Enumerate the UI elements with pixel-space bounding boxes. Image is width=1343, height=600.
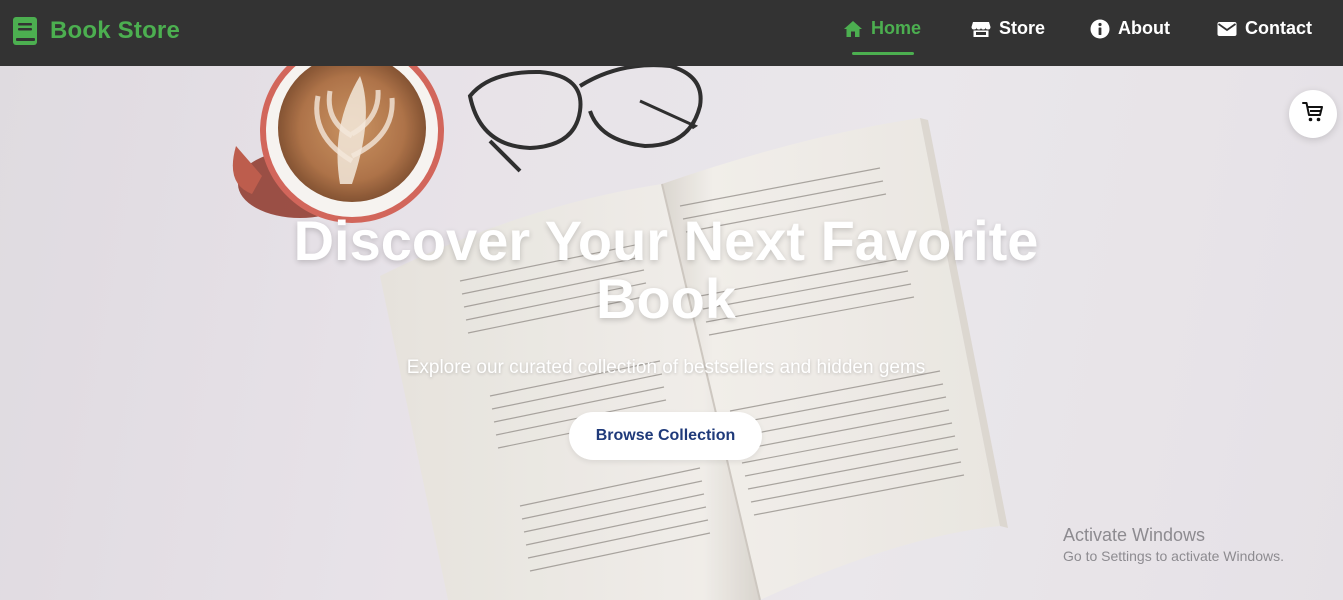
- envelope-icon: [1217, 21, 1237, 37]
- store-icon: [971, 20, 991, 38]
- book-icon: [12, 16, 38, 46]
- nav-item-label: Home: [871, 18, 922, 38]
- nav-item-contact[interactable]: Contact: [1217, 18, 1312, 39]
- nav-item-store[interactable]: Store: [971, 18, 1045, 39]
- home-icon: [843, 20, 863, 38]
- windows-activation-watermark: Activate Windows Go to Settings to activ…: [1063, 524, 1284, 566]
- watermark-title: Activate Windows: [1063, 525, 1206, 545]
- nav-item-home[interactable]: Home: [843, 18, 921, 39]
- navbar: Book Store Home Store About Contact: [0, 0, 1343, 66]
- cart-button[interactable]: [1289, 90, 1337, 138]
- hero-subtitle: Explore our curated collection of bestse…: [406, 357, 926, 378]
- hero-section: Discover Your Next Favorite Book Explore…: [0, 66, 1343, 600]
- watermark-subtitle: Go to Settings to activate Windows.: [1063, 548, 1284, 564]
- browse-collection-button[interactable]: Browse Collection: [569, 412, 762, 460]
- cart-icon: [1302, 101, 1324, 128]
- hero-background-image: [0, 66, 1343, 600]
- nav-item-label: Store: [999, 18, 1046, 38]
- nav-item-label: About: [1118, 18, 1170, 38]
- hero-title: Discover Your Next Favorite Book: [293, 209, 1039, 330]
- brand[interactable]: Book Store: [12, 16, 180, 46]
- info-icon: [1090, 19, 1110, 39]
- nav-item-about[interactable]: About: [1090, 18, 1170, 39]
- nav-item-label: Contact: [1245, 18, 1312, 38]
- active-nav-indicator: [852, 52, 914, 55]
- brand-label: Book Store: [50, 17, 181, 44]
